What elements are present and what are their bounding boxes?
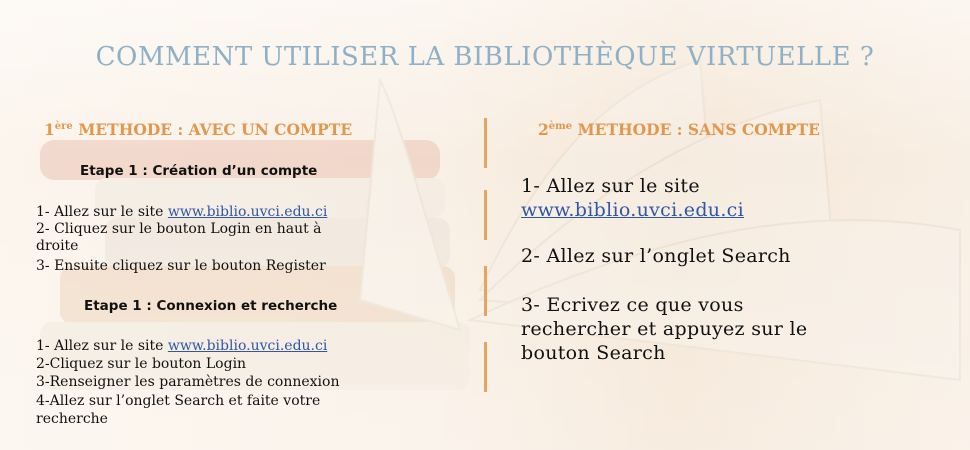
- step-1-line: 1- Allez sur le site www.biblio.uvci.edu…: [36, 204, 328, 220]
- site-link[interactable]: www.biblio.uvci.edu.ci: [168, 204, 327, 220]
- method-2-heading: 2ème METHODE : SANS COMPTE: [538, 120, 820, 139]
- column-divider: [484, 266, 487, 316]
- column-divider: [484, 342, 487, 392]
- step-2-line: 2- Cliquez sur le bouton Login en haut à: [36, 221, 322, 237]
- connexion-step-1: 1- Allez sur le site www.biblio.uvci.edu…: [36, 338, 328, 354]
- site-link[interactable]: www.biblio.uvci.edu.ci: [168, 338, 327, 354]
- connexion-step-4: 4-Allez sur l’onglet Search et faite vot…: [36, 393, 321, 409]
- page-title: COMMENT UTILISER LA BIBLIOTHÈQUE VIRTUEL…: [95, 42, 875, 72]
- step-2-line-cont: droite: [36, 238, 79, 254]
- right-step-2: 2- Allez sur l’onglet Search: [521, 245, 791, 267]
- right-step-3-cont2: bouton Search: [521, 342, 666, 364]
- column-divider: [484, 190, 487, 240]
- etape-2-title: Etape 1 : Connexion et recherche: [84, 298, 338, 314]
- connexion-step-2: 2-Cliquez sur le bouton Login: [36, 356, 247, 372]
- etape-1-title: Etape 1 : Création d’un compte: [80, 163, 318, 179]
- right-step-1: 1- Allez sur le site: [521, 175, 700, 197]
- method-1-heading: 1ère METHODE : AVEC UN COMPTE: [44, 120, 353, 139]
- right-step-3: 3- Ecrivez ce que vous: [521, 294, 744, 316]
- right-step-3-cont: rechercher et appuyez sur le: [521, 318, 808, 340]
- site-link[interactable]: www.biblio.uvci.edu.ci: [521, 198, 744, 222]
- connexion-step-4-cont: recherche: [36, 411, 108, 427]
- connexion-step-3: 3-Renseigner les paramètres de connexion: [36, 374, 340, 390]
- step-3-line: 3- Ensuite cliquez sur le bouton Registe…: [36, 258, 326, 274]
- column-divider: [484, 118, 487, 168]
